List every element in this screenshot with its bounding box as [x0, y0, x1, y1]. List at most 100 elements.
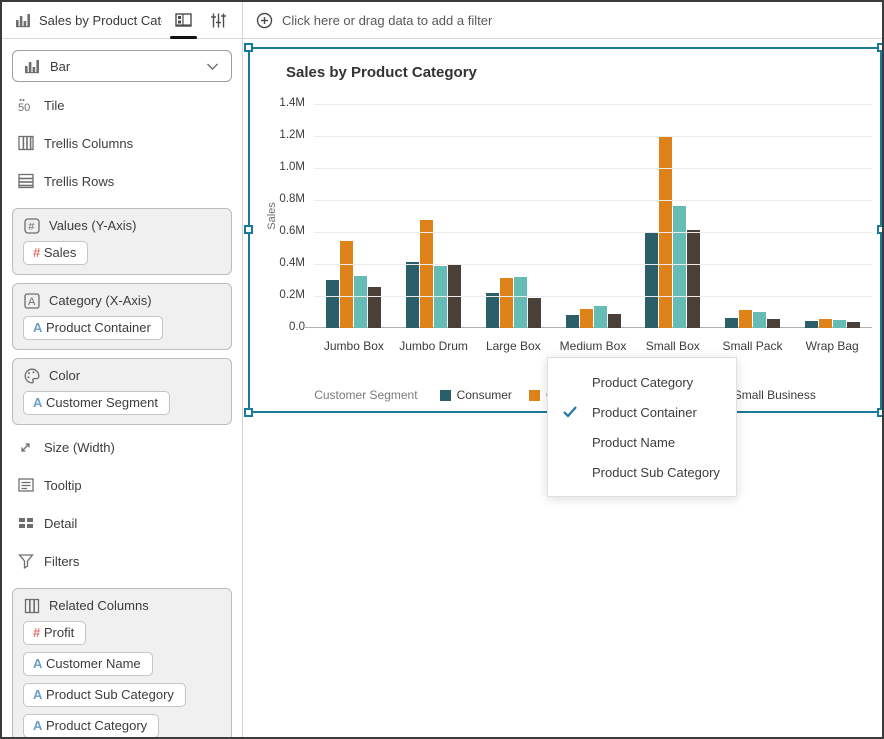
- y-tick-label: 1.0M: [279, 161, 305, 173]
- bar-small-business[interactable]: [687, 230, 701, 328]
- sidebar-item-tooltip[interactable]: Tooltip: [2, 466, 242, 504]
- bar-consumer[interactable]: [485, 292, 499, 328]
- menu-item-product-container[interactable]: Product Container: [548, 397, 736, 427]
- resize-handle-top-right[interactable]: [877, 43, 882, 52]
- pill-label: Profit: [43, 625, 75, 640]
- tab-grammar[interactable]: [170, 2, 197, 39]
- bar-home-office[interactable]: [513, 276, 527, 328]
- resize-handle-mid-left[interactable]: [244, 225, 253, 234]
- sidebar-item-trellis-rows[interactable]: Trellis Rows: [2, 162, 242, 200]
- legend-swatch: [528, 389, 540, 401]
- drop-target-category[interactable]: A Category (X-Axis) A Product Container: [12, 283, 232, 350]
- grammar-sidebar: Sales by Product Cate... Bar: [2, 2, 243, 737]
- bar-corporate[interactable]: [499, 278, 513, 328]
- menu-item-label: Product Name: [592, 434, 676, 450]
- sidebar-item-size[interactable]: Size (Width): [2, 428, 242, 466]
- measure-icon: #: [33, 625, 41, 640]
- menu-item-label: Product Container: [592, 404, 697, 420]
- gridline: [314, 200, 872, 201]
- x-tick-label: Jumbo Box: [323, 339, 384, 353]
- bar-small-business[interactable]: [766, 319, 780, 328]
- menu-item-label: Product Sub Category: [592, 464, 720, 480]
- gridline: [314, 168, 872, 169]
- pill-profit[interactable]: # Profit: [23, 621, 87, 645]
- pill-customer-name[interactable]: A Customer Name: [23, 652, 153, 676]
- bar-consumer[interactable]: [724, 318, 738, 328]
- bar-home-office[interactable]: [752, 312, 766, 328]
- group-label: Related Columns: [49, 598, 149, 613]
- bar-corporate[interactable]: [818, 319, 832, 328]
- chart-plot-area: Sales 0.0 0.2M 0.4M 0.6M 0.8M 1.0M 1.2M 1.4M: [266, 97, 872, 333]
- resize-icon: [17, 439, 34, 456]
- filter-bar-prompt: Click here or drag data to add a filter: [282, 12, 493, 28]
- bar-small-business[interactable]: [527, 298, 541, 328]
- legend-item-consumer[interactable]: Consumer: [439, 388, 512, 402]
- sidebar-item-label: Filters: [44, 553, 80, 569]
- resize-handle-bottom-left[interactable]: [244, 408, 253, 417]
- pill-customer-segment[interactable]: A Customer Segment: [23, 391, 171, 415]
- bar-corporate[interactable]: [579, 308, 593, 328]
- resize-handle-top-left[interactable]: [244, 43, 253, 52]
- bar-group-small-box: [633, 104, 713, 328]
- group-header: Related Columns: [23, 597, 221, 614]
- bar-home-office[interactable]: [832, 320, 846, 328]
- pill-product-container[interactable]: A Product Container: [23, 316, 163, 340]
- sidebar-item-label: Detail: [44, 515, 78, 531]
- pill-label: Customer Name: [46, 656, 141, 671]
- bar-consumer[interactable]: [565, 315, 579, 328]
- sidebar-item-trellis-columns[interactable]: Trellis Columns: [2, 124, 242, 162]
- bar-consumer[interactable]: [326, 280, 340, 328]
- attribute-icon: A: [33, 687, 43, 702]
- menu-item-label: Product Category: [592, 374, 694, 390]
- bar-groups: [314, 104, 872, 328]
- sidebar-item-detail[interactable]: Detail: [2, 504, 242, 542]
- bar-small-business[interactable]: [846, 322, 860, 328]
- menu-item-product-sub-category[interactable]: Product Sub Category: [548, 457, 736, 487]
- drop-target-values[interactable]: # Values (Y-Axis) # Sales: [12, 208, 232, 275]
- menu-item-product-category[interactable]: Product Category: [548, 367, 736, 397]
- svg-text:A: A: [28, 296, 36, 308]
- bar-home-office[interactable]: [673, 205, 687, 328]
- y-tick-label: 0.8M: [279, 193, 305, 205]
- bar-home-office[interactable]: [593, 306, 607, 328]
- sidebar-item-label: Tile: [44, 97, 65, 113]
- sidebar-content: Bar 50 Tile Trellis Columns Trellis Rows…: [2, 39, 242, 737]
- pill-sales[interactable]: # Sales: [23, 241, 89, 265]
- bar-corporate[interactable]: [420, 220, 434, 328]
- group-label: Values (Y-Axis): [49, 218, 137, 233]
- sidebar-item-tile[interactable]: 50 Tile: [2, 86, 242, 124]
- y-tick-label: 1.4M: [279, 97, 305, 109]
- bar-home-office[interactable]: [354, 276, 368, 328]
- number-box-icon: #: [23, 217, 40, 234]
- measure-icon: #: [33, 245, 41, 260]
- menu-item-product-name[interactable]: Product Name: [548, 427, 736, 457]
- viz-canvas[interactable]: Sales by Product Category Sales 0.0 0.2M 0…: [243, 39, 882, 737]
- bar-group-wrap-bag: [792, 104, 872, 328]
- filter-bar[interactable]: Click here or drag data to add a filter: [243, 2, 882, 39]
- pill-product-sub-category[interactable]: A Product Sub Category: [23, 683, 186, 707]
- bar-small-business[interactable]: [607, 314, 621, 328]
- x-tick-label: Large Box: [485, 339, 541, 353]
- tab-settings[interactable]: [205, 2, 232, 39]
- bar-corporate[interactable]: [738, 309, 752, 328]
- category-context-menu: Product Category Product Container Product…: [547, 357, 737, 497]
- x-tick-label: Small Box: [645, 339, 700, 353]
- chart-type-value: Bar: [50, 58, 71, 74]
- bar-corporate[interactable]: [340, 240, 354, 328]
- sidebar-item-label: Trellis Rows: [44, 173, 115, 189]
- drop-target-color[interactable]: Color A Customer Segment: [12, 358, 232, 425]
- sidebar-item-filters[interactable]: Filters: [2, 542, 242, 580]
- pill-product-category[interactable]: A Product Category: [23, 714, 160, 737]
- bar-consumer[interactable]: [645, 232, 659, 328]
- resize-handle-mid-right[interactable]: [877, 225, 882, 234]
- palette-icon: [23, 367, 40, 384]
- bar-chart-icon: [14, 12, 31, 29]
- bar-consumer[interactable]: [804, 320, 818, 328]
- chart-type-select[interactable]: Bar: [12, 50, 232, 82]
- pill-label: Customer Segment: [46, 395, 159, 410]
- bar-small-business[interactable]: [368, 287, 382, 328]
- group-label: Category (X-Axis): [49, 293, 152, 308]
- y-tick-label: 1.2M: [279, 129, 305, 141]
- plus-circle-icon: [256, 12, 273, 29]
- resize-handle-bottom-right[interactable]: [877, 408, 882, 417]
